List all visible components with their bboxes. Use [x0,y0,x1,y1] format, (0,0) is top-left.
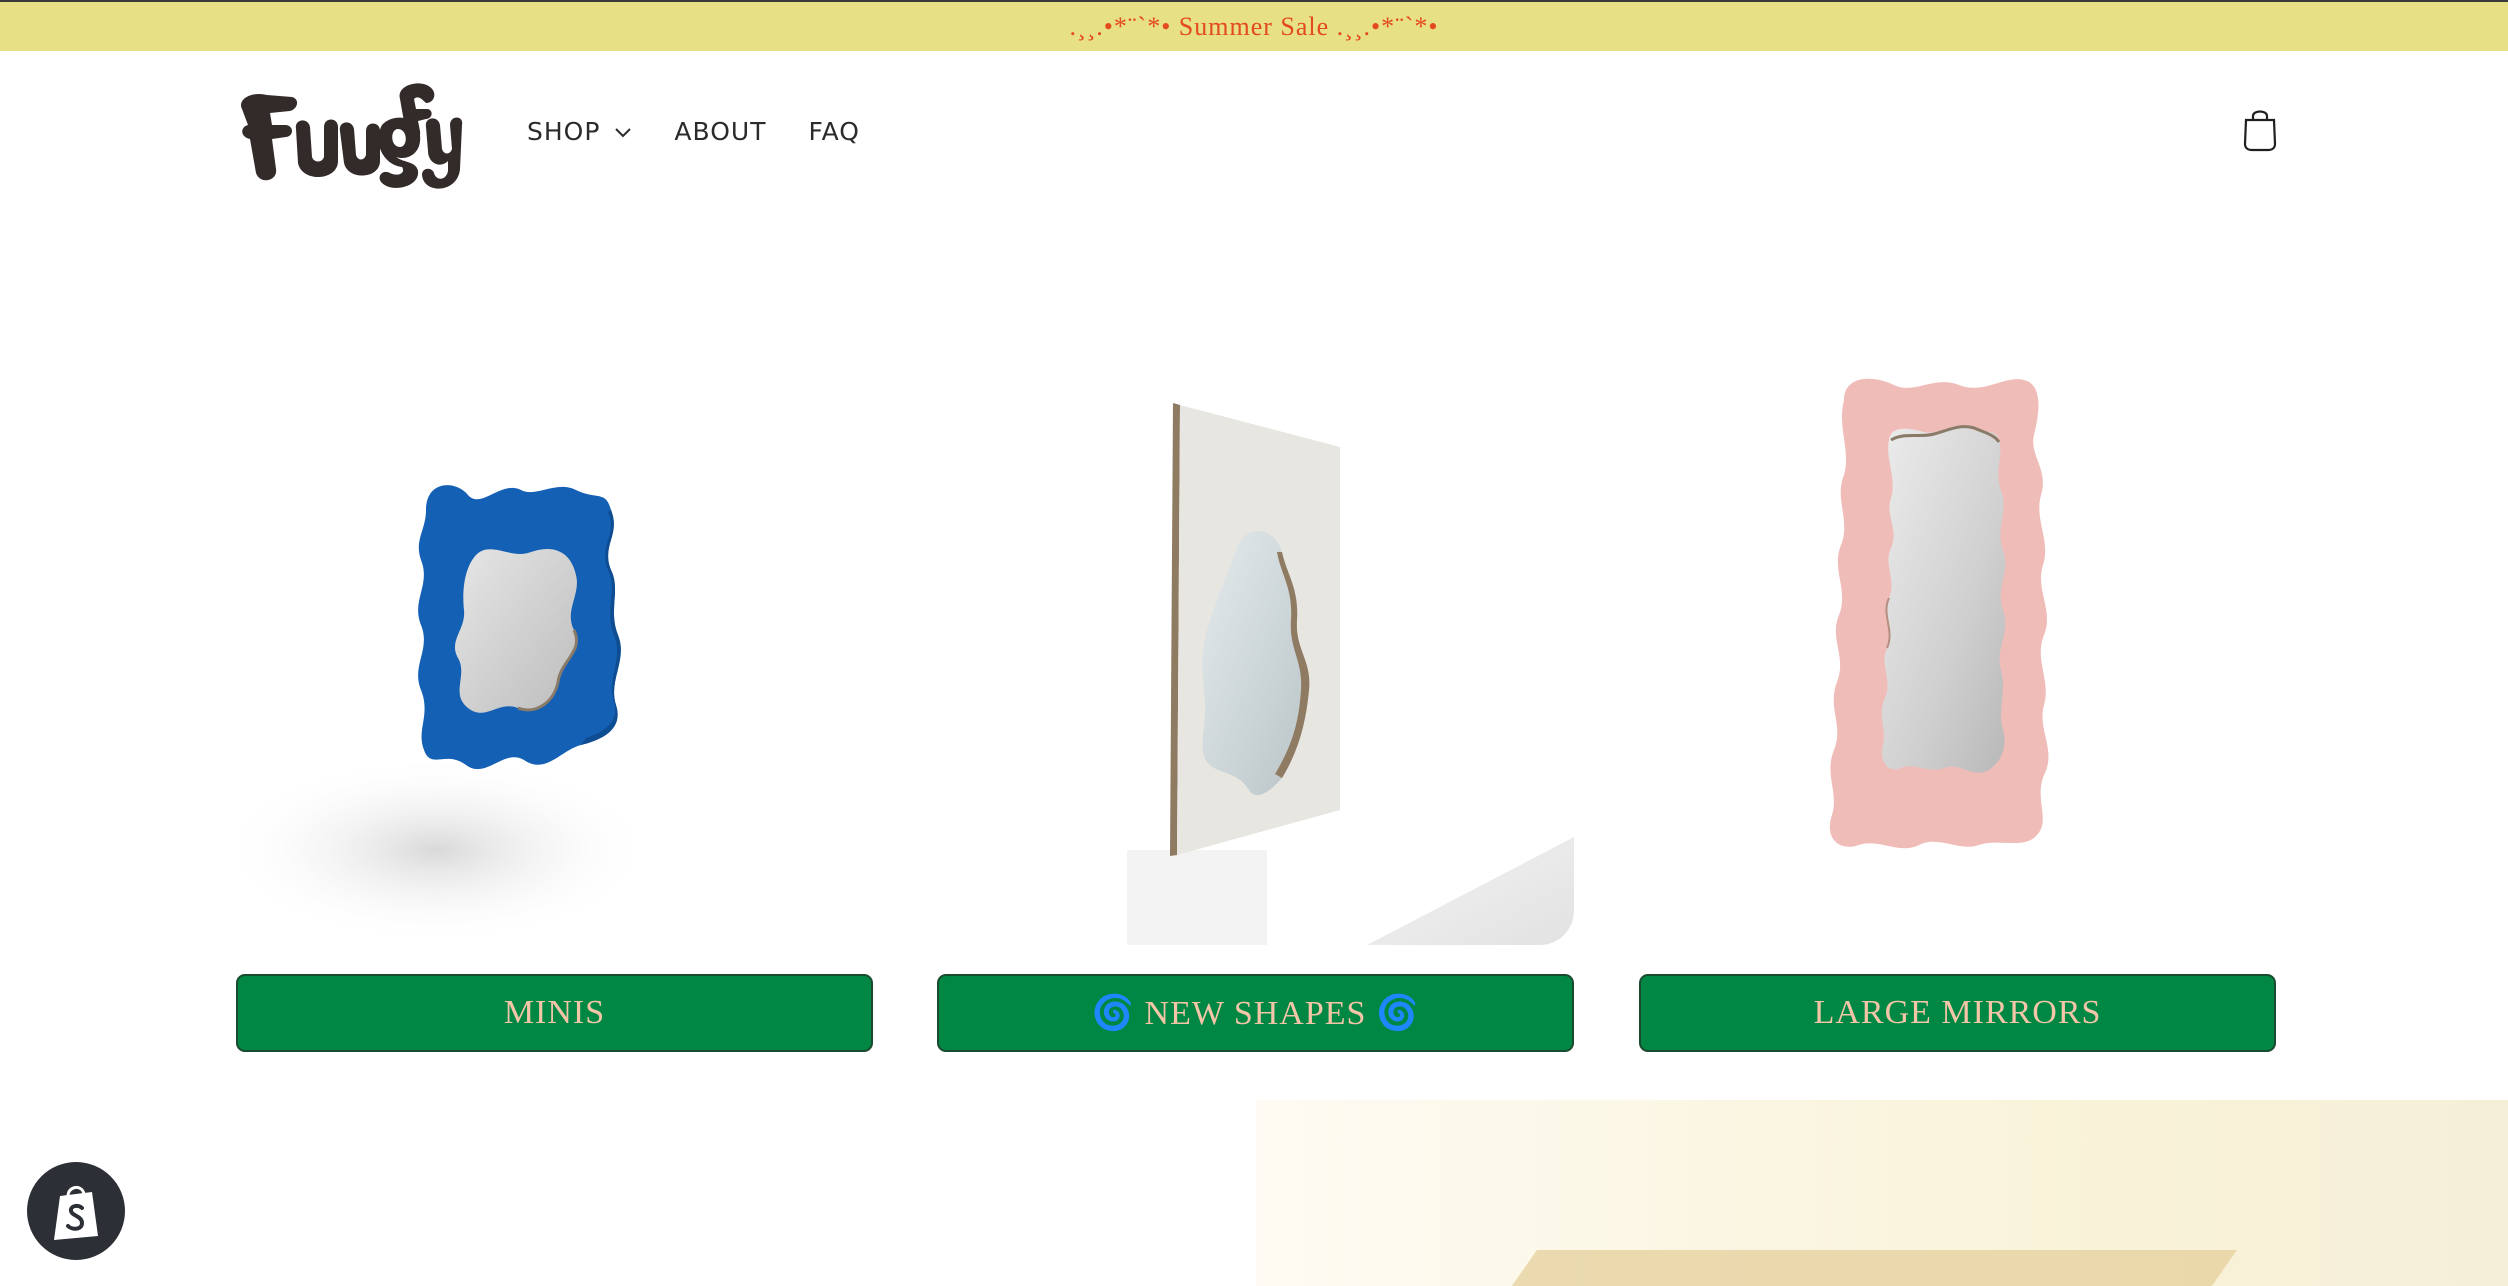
main-nav: SHOP ABOUT FAQ [527,117,860,146]
minis-button-label: MINIS [503,994,606,1031]
chevron-down-icon [615,127,632,137]
nav-shop[interactable]: SHOP [527,117,632,146]
shopping-bag-icon [2243,110,2277,152]
site-header: SHOP ABOUT FAQ [0,51,2508,221]
collection-card-new-shapes[interactable]: 🌀 NEW SHAPES 🌀 [937,330,1574,1052]
shopify-bag-icon [54,1186,98,1240]
announcement-text: .¸¸.•*¨`*• Summer Sale .¸¸.•*¨`*• [1069,11,1439,41]
collection-image-minis[interactable] [236,330,873,945]
collection-image-new-shapes[interactable] [937,330,1574,945]
site-logo[interactable] [232,69,464,199]
new-shapes-button[interactable]: 🌀 NEW SHAPES 🌀 [937,974,1574,1052]
minis-button[interactable]: MINIS [236,974,873,1052]
nav-faq[interactable]: FAQ [808,117,859,146]
nav-about-label: ABOUT [674,117,767,146]
nav-shop-label: SHOP [527,117,601,146]
announcement-bar: .¸¸.•*¨`*• Summer Sale .¸¸.•*¨`*• [0,0,2508,51]
collection-card-large-mirrors[interactable]: LARGE MIRRORS [1639,330,2276,1052]
shopify-badge[interactable] [27,1162,125,1260]
large-mirrors-button[interactable]: LARGE MIRRORS [1639,974,2276,1052]
collection-image-large-mirrors[interactable] [1639,330,2276,945]
nav-about[interactable]: ABOUT [674,117,766,146]
logo-wordmark-icon [241,83,463,189]
cart-button[interactable] [2242,106,2278,152]
hero-image-band [1256,1100,2508,1286]
large-mirrors-button-label: LARGE MIRRORS [1813,994,2102,1031]
nav-faq-label: FAQ [808,117,860,146]
new-shapes-button-label: 🌀 NEW SHAPES 🌀 [1091,995,1420,1032]
collection-card-minis[interactable]: MINIS [236,330,873,1052]
hero-floor-shape [1494,1250,2238,1286]
